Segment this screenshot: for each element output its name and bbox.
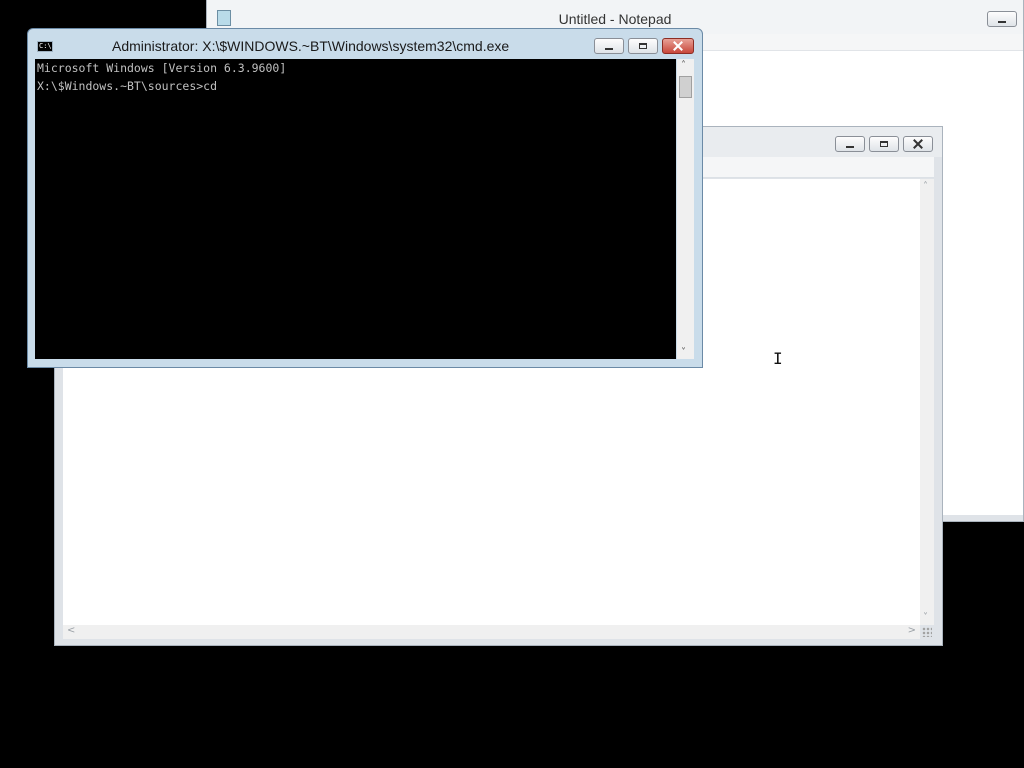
scroll-left-icon[interactable]: < — [67, 625, 75, 636]
scroll-thumb[interactable] — [679, 76, 692, 98]
minimize-icon — [846, 145, 854, 148]
minimize-button[interactable] — [835, 136, 865, 152]
minimize-icon — [605, 47, 613, 50]
scroll-up-icon[interactable]: ˄ — [923, 181, 928, 192]
console-output[interactable]: Microsoft Windows [Version 6.3.9600] X:\$… — [35, 59, 676, 359]
close-icon — [913, 139, 923, 149]
cmd-title: Administrator: X:\$WINDOWS.~BT\Windows\s… — [112, 38, 510, 54]
scroll-down-icon[interactable]: ˅ — [923, 612, 928, 623]
cmd-window[interactable]: C:\ Administrator: X:\$WINDOWS.~BT\Windo… — [27, 28, 703, 368]
maximize-button[interactable] — [628, 38, 658, 54]
text-ibeam-cursor-icon: I — [773, 349, 783, 368]
cmd-vertical-scrollbar[interactable]: ˄ ˅ — [677, 59, 694, 359]
maximize-icon — [639, 43, 647, 49]
cmd-icon: C:\ — [37, 41, 53, 52]
minimize-button[interactable] — [987, 11, 1017, 27]
console-prompt-line: X:\$Windows.~BT\sources>cd — [37, 79, 218, 93]
console-line: Microsoft Windows [Version 6.3.9600] — [37, 61, 287, 75]
close-icon — [673, 41, 683, 51]
minimize-icon — [998, 20, 1006, 23]
maximize-button[interactable] — [869, 136, 899, 152]
close-button[interactable] — [662, 38, 694, 54]
close-button[interactable] — [903, 136, 933, 152]
scroll-down-icon[interactable]: ˅ — [681, 347, 686, 358]
vertical-scrollbar[interactable]: ˄ ˅ — [920, 179, 934, 625]
notepad-title: Untitled - Notepad — [558, 11, 672, 27]
horizontal-scrollbar[interactable]: < > — [63, 625, 920, 639]
cmd-titlebar[interactable]: C:\ Administrator: X:\$WINDOWS.~BT\Windo… — [28, 29, 702, 59]
resize-grip-icon[interactable] — [922, 627, 932, 637]
scroll-up-icon[interactable]: ˄ — [681, 60, 686, 71]
maximize-icon — [880, 141, 888, 147]
minimize-button[interactable] — [594, 38, 624, 54]
scroll-right-icon[interactable]: > — [908, 625, 916, 636]
